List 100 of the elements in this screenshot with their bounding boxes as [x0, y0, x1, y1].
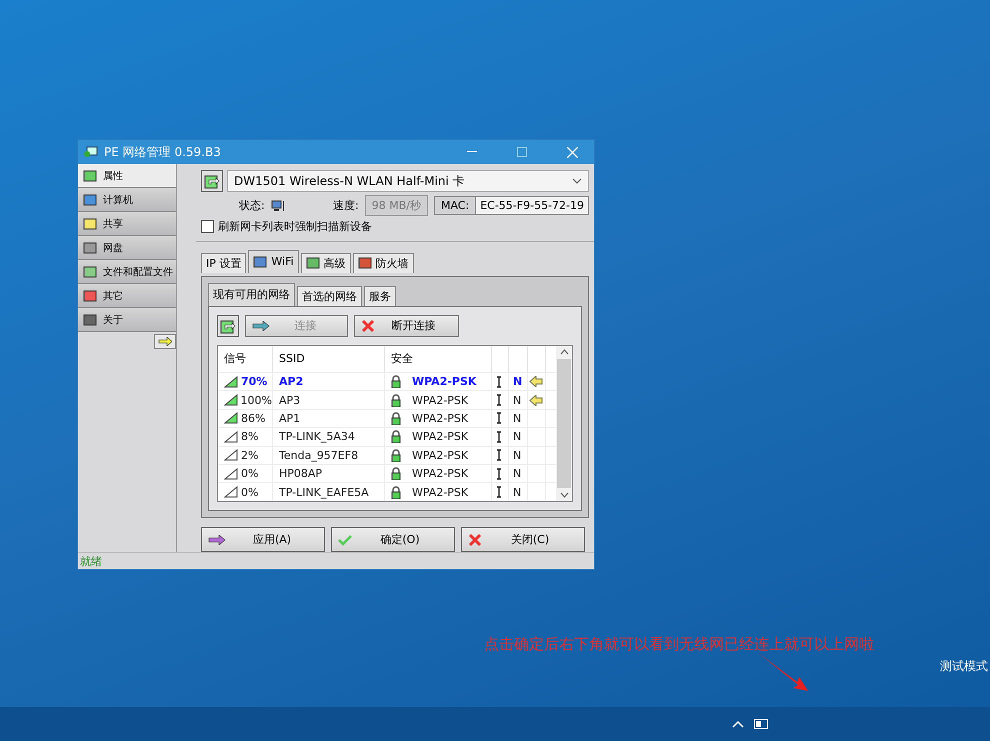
lock-icon — [391, 467, 401, 480]
tab[interactable]: 首选的网络 — [297, 286, 362, 306]
tab-icon — [358, 257, 372, 270]
security-cell: WPA2-PSK — [412, 394, 468, 407]
speed-label: 速度: — [333, 198, 359, 213]
chevron-icon[interactable] — [732, 720, 744, 728]
signal-cell: 2% — [241, 448, 258, 462]
signal-cell: 0% — [241, 486, 258, 499]
security-cell: WPA2-PSK — [412, 375, 476, 388]
antenna-icon — [496, 486, 502, 498]
ssid-cell: AP3 — [279, 394, 300, 407]
tab-icon — [306, 257, 320, 270]
signal-icon — [224, 468, 238, 480]
footer-button[interactable]: 关闭(C) — [461, 527, 585, 552]
sidebar-item[interactable]: 其它 — [78, 284, 176, 308]
antenna-icon — [496, 376, 502, 388]
signal-icon — [224, 449, 238, 462]
security-cell: WPA2-PSK — [412, 412, 468, 425]
lock-icon — [391, 412, 401, 425]
network-icon — [84, 146, 98, 158]
antenna-icon — [496, 394, 502, 406]
caret-icon — [572, 178, 582, 184]
security-cell: WPA2-PSK — [412, 486, 468, 499]
arrow-icon — [158, 337, 172, 346]
sidebar-icon — [83, 290, 97, 302]
sidebar-item[interactable]: 计算机 — [78, 188, 176, 212]
tab[interactable]: 高级 — [300, 252, 351, 273]
column-header: SSID — [273, 346, 385, 372]
sidebar-item[interactable]: 关于 — [78, 308, 176, 332]
lock-icon — [391, 486, 401, 499]
sidebar-item[interactable]: 属性 — [78, 164, 176, 188]
security-cell: WPA2-PSK — [412, 467, 468, 480]
signal-icon — [224, 430, 238, 443]
mac-field: MAC: EC-55-F9-55-72-19 — [434, 196, 589, 215]
column-header: 信号 — [218, 346, 273, 372]
lock-icon — [391, 448, 401, 462]
lock-icon — [391, 375, 401, 388]
mode-cell: N — [513, 394, 522, 407]
annotation-text: 点击确定后右下角就可以看到无线网已经连上就可以上网啦 — [484, 635, 874, 654]
mode-cell: N — [513, 448, 522, 462]
status-text: 就绪 — [80, 554, 102, 568]
check-icon — [338, 534, 352, 546]
signal-cell: 100% — [240, 394, 272, 407]
sidebar-item[interactable]: 共享 — [78, 212, 176, 236]
ssid-cell: TP-LINK_EAFE5A — [279, 486, 369, 499]
antenna-icon — [496, 430, 502, 443]
signal-cell: 70% — [241, 375, 268, 388]
sidebar-item[interactable]: 网盘 — [78, 236, 176, 260]
sidebar-item[interactable]: 文件和配置文件 — [78, 260, 176, 284]
sidebar-icon — [83, 170, 97, 182]
close-icon — [361, 318, 375, 333]
signal-icon — [224, 394, 238, 406]
refresh-icon — [220, 318, 236, 334]
mode-cell: N — [513, 412, 522, 425]
close-icon — [468, 532, 482, 546]
footer-button[interactable]: 确定(O) — [331, 527, 455, 552]
sidebar-icon — [83, 266, 97, 278]
antenna-icon — [496, 468, 502, 480]
sidebar-icon — [83, 194, 97, 206]
maximize-icon — [517, 147, 527, 157]
ssid-cell: Tenda_957EF8 — [279, 448, 358, 462]
expand-button[interactable] — [154, 334, 176, 349]
signal-cell: 86% — [241, 412, 266, 425]
battery-icon[interactable] — [754, 719, 770, 729]
adapter-icon — [270, 200, 284, 212]
ssid-cell: AP1 — [279, 412, 300, 425]
tab[interactable]: WiFi — [248, 250, 299, 273]
tab[interactable]: 防火墙 — [352, 252, 414, 273]
signal-icon — [224, 376, 238, 388]
adapter-dropdown[interactable]: DW1501 Wireless-N WLAN Half-Mini 卡 — [227, 170, 589, 192]
column-header: 安全 — [385, 346, 492, 372]
refresh-icon — [204, 173, 220, 189]
close-icon — [566, 146, 578, 158]
rescan-checkbox[interactable] — [201, 220, 214, 233]
refresh-button[interactable] — [217, 314, 239, 337]
signal-icon — [224, 412, 238, 424]
signal-icon — [224, 486, 238, 498]
sidebar-icon — [83, 314, 97, 326]
tab[interactable]: IP 设置 — [201, 252, 246, 273]
scrollbar[interactable] — [556, 346, 572, 501]
mode-cell: N — [513, 486, 522, 499]
tab[interactable]: 服务 — [364, 286, 396, 306]
arrow-icon — [208, 534, 226, 544]
desktop-text: 测试模式 — [940, 658, 988, 675]
security-cell: WPA2-PSK — [412, 430, 468, 444]
mode-cell: N — [513, 467, 522, 480]
refresh-button[interactable] — [201, 170, 223, 192]
lock-icon — [391, 394, 401, 407]
signal-cell: 8% — [241, 430, 258, 444]
minimize-icon — [467, 151, 477, 153]
ssid-cell: HP08AP — [279, 467, 322, 480]
disconnect-button[interactable]: 断开连接 — [354, 314, 459, 337]
antenna-icon — [496, 449, 502, 462]
footer-button[interactable]: 应用(A) — [201, 527, 325, 552]
scroll-down-icon — [560, 492, 568, 498]
window-title: PE 网络管理 0.59.B3 — [104, 144, 222, 160]
tab[interactable]: 现有可用的网络 — [208, 282, 295, 306]
sidebar-icon — [83, 218, 97, 230]
signal-cell: 0% — [241, 467, 258, 480]
status-label: 状态: — [239, 198, 265, 213]
